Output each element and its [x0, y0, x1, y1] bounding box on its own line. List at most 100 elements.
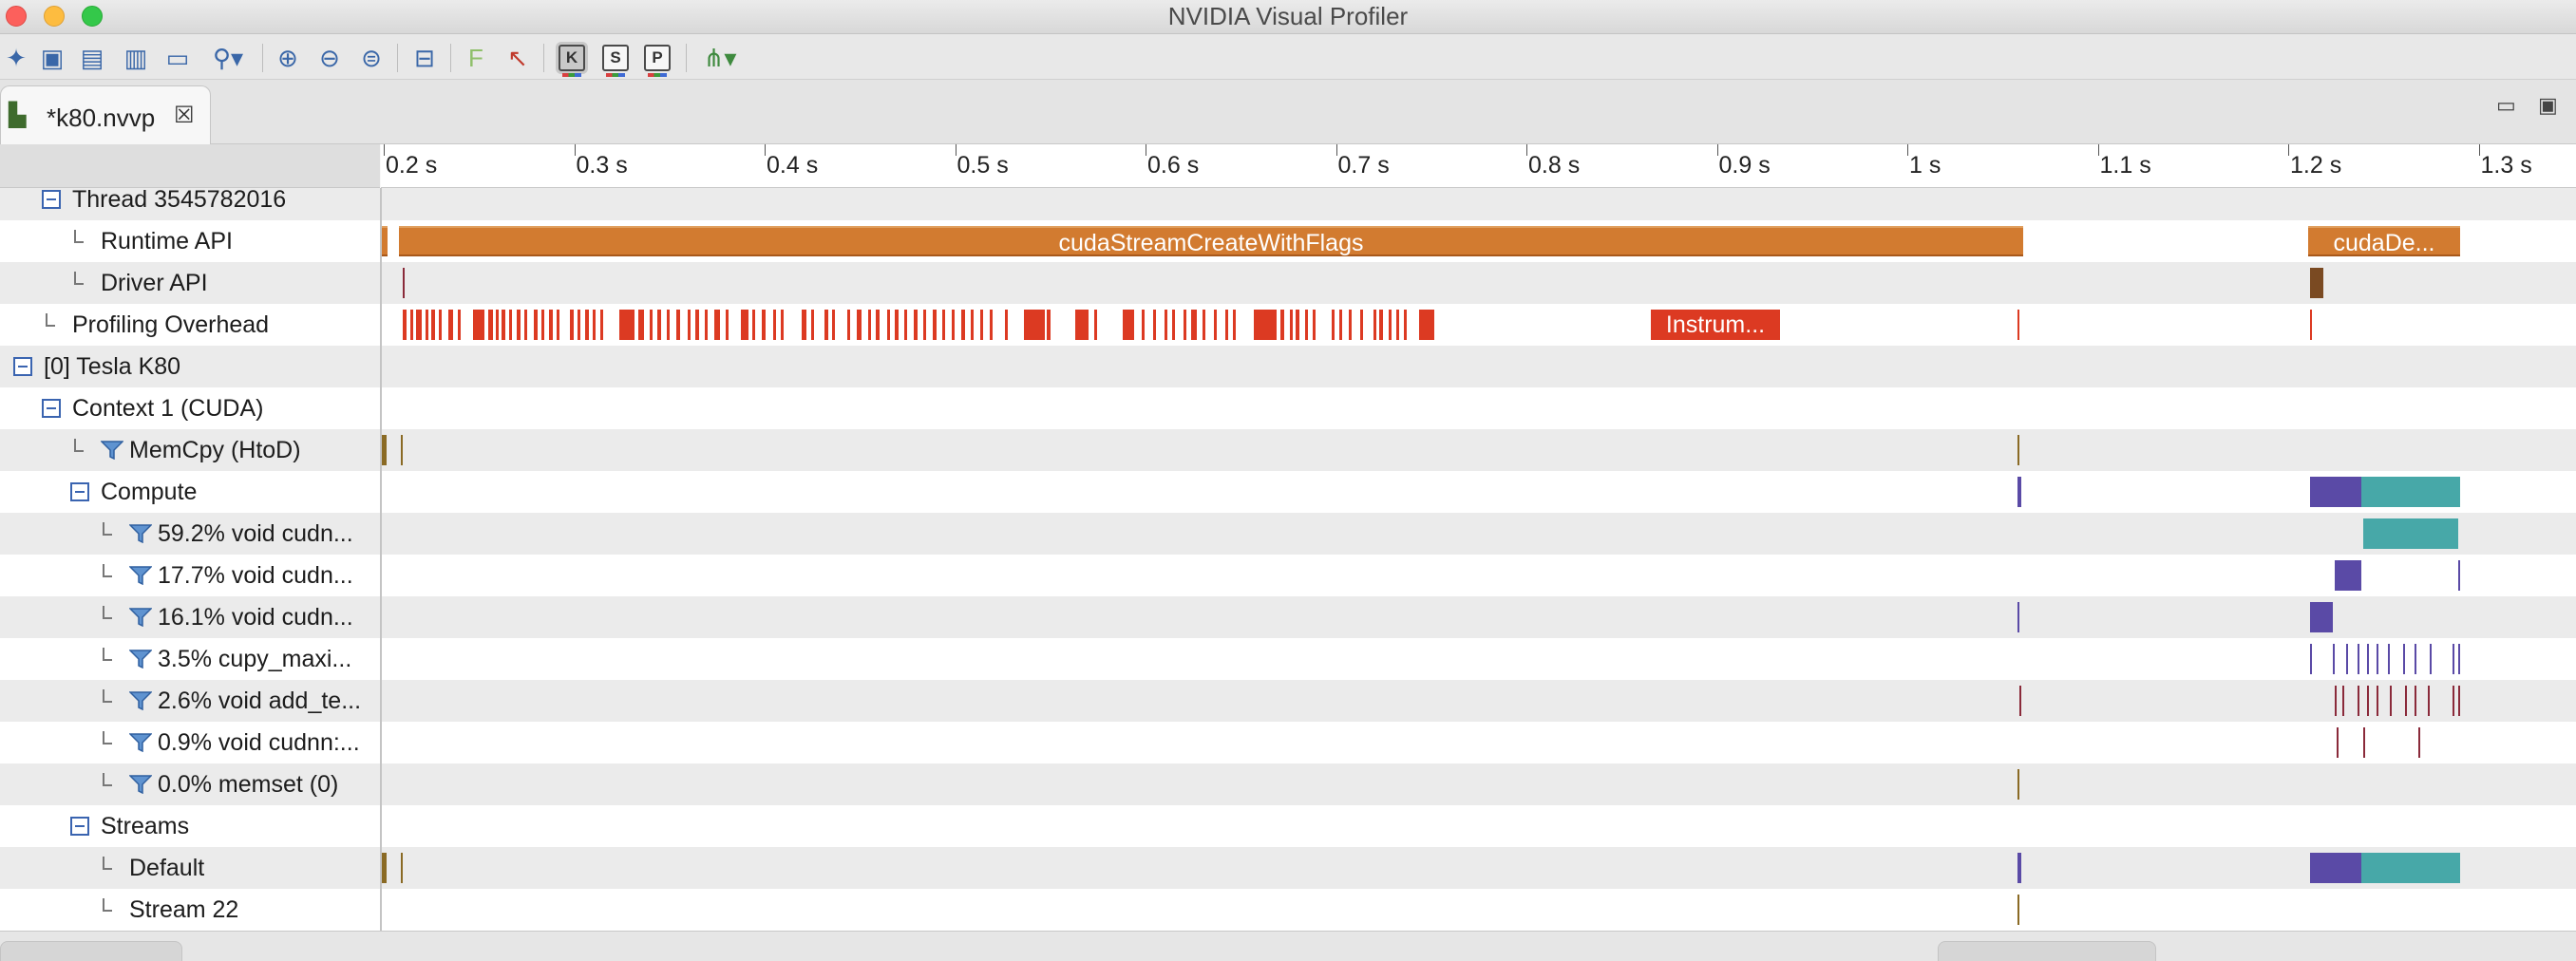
zoom-fit-icon[interactable]: ⊜	[355, 42, 388, 74]
overhead-bar[interactable]	[1225, 310, 1228, 340]
row-track[interactable]	[382, 763, 2576, 805]
overhead-bar[interactable]	[534, 310, 538, 340]
filter-funnel-icon[interactable]	[128, 608, 153, 628]
overhead-bar[interactable]	[811, 310, 814, 340]
kernel-bar[interactable]	[2458, 644, 2460, 674]
bottom-tab[interactable]	[1938, 941, 2156, 961]
kernel-bar[interactable]	[2363, 518, 2458, 549]
kernel-bar[interactable]	[2405, 686, 2407, 716]
overhead-bar[interactable]	[650, 310, 653, 340]
overhead-bar[interactable]	[1305, 310, 1308, 340]
overhead-bar[interactable]	[557, 310, 559, 340]
kernel-bar[interactable]	[2458, 686, 2460, 716]
export-icon[interactable]: ▭	[161, 42, 194, 74]
overhead-bar[interactable]	[752, 310, 755, 340]
memcpy-bar[interactable]	[382, 435, 387, 465]
overhead-bar[interactable]	[496, 310, 499, 340]
row-track[interactable]	[382, 722, 2576, 763]
row-track[interactable]	[382, 555, 2576, 596]
overhead-bar[interactable]	[1396, 310, 1399, 340]
kernel-bar[interactable]	[2333, 644, 2335, 674]
timeline-row[interactable]: 3.5% cupy_maxi...	[0, 638, 2576, 680]
overhead-bar[interactable]	[600, 310, 603, 340]
overhead-bar[interactable]	[1153, 310, 1156, 340]
kernel-toggle[interactable]: K	[559, 45, 585, 77]
overhead-bar[interactable]	[439, 310, 442, 340]
zoom-in-icon[interactable]: ⊕	[272, 42, 304, 74]
filter-icon[interactable]: F	[460, 42, 492, 74]
row-track[interactable]	[382, 471, 2576, 513]
overhead-bar[interactable]	[1094, 310, 1097, 340]
collapse-toggle-icon[interactable]	[13, 357, 32, 376]
overhead-bar[interactable]	[942, 310, 945, 340]
overhead-bar[interactable]	[2310, 310, 2312, 340]
stream-bar[interactable]	[2361, 853, 2460, 883]
overhead-bar[interactable]	[895, 310, 899, 340]
memcpy-bar[interactable]	[401, 435, 403, 465]
row-track[interactable]	[382, 680, 2576, 722]
timeline-row[interactable]: 0.0% memset (0)	[0, 763, 2576, 805]
overhead-bar[interactable]	[1373, 310, 1376, 340]
kernel-bar[interactable]	[2428, 686, 2430, 716]
kernel-bar[interactable]	[2361, 477, 2460, 507]
driver-call-bar[interactable]	[403, 268, 405, 298]
kernel-bar[interactable]	[2017, 769, 2019, 800]
overhead-bar[interactable]	[857, 310, 862, 340]
overhead-bar[interactable]	[403, 310, 407, 340]
tree-dropdown-icon[interactable]: ⋔▾	[695, 42, 745, 74]
memcpy-bar[interactable]	[2017, 435, 2019, 465]
stream-bar[interactable]	[401, 853, 403, 883]
kernel-bar[interactable]	[2453, 644, 2454, 674]
overhead-bar[interactable]	[961, 310, 965, 340]
timeline-row[interactable]: Stream 22	[0, 889, 2576, 931]
kernel-bar[interactable]	[2310, 602, 2333, 632]
overhead-bar[interactable]	[868, 310, 871, 340]
kernel-bar[interactable]	[2377, 644, 2378, 674]
kernel-bar[interactable]	[2358, 644, 2359, 674]
overhead-bar[interactable]	[1233, 310, 1236, 340]
overhead-bar[interactable]	[502, 310, 505, 340]
overhead-bar[interactable]	[517, 310, 521, 340]
driver-call-bar[interactable]	[2310, 268, 2323, 298]
overhead-bar[interactable]	[2017, 310, 2019, 340]
timeline-row[interactable]: Compute	[0, 471, 2576, 513]
overhead-bar[interactable]	[1254, 310, 1277, 340]
row-track[interactable]	[382, 429, 2576, 471]
timeline-row[interactable]: MemCpy (HtoD)	[0, 429, 2576, 471]
overhead-bar[interactable]	[1332, 310, 1335, 340]
overhead-bar[interactable]	[1313, 310, 1316, 340]
overhead-bar[interactable]	[773, 310, 776, 340]
overhead-bar[interactable]	[695, 310, 699, 340]
kernel-bar[interactable]	[2453, 686, 2454, 716]
timeline-row[interactable]: 17.7% void cudn...	[0, 555, 2576, 596]
kernel-bar[interactable]	[2418, 727, 2420, 758]
overhead-bar[interactable]	[1075, 310, 1089, 340]
kernel-bar[interactable]	[2367, 686, 2369, 716]
overhead-bar[interactable]	[923, 310, 926, 340]
overhead-bar[interactable]	[1296, 310, 1299, 340]
timeline-row[interactable]: 0.9% void cudnn:...	[0, 722, 2576, 763]
filter-funnel-icon[interactable]	[128, 733, 153, 753]
kernel-bar[interactable]	[2388, 644, 2390, 674]
overhead-bar[interactable]	[448, 310, 453, 340]
filter-funnel-icon[interactable]	[128, 691, 153, 711]
kernel-bar[interactable]	[2458, 560, 2460, 591]
kernel-bar[interactable]	[2342, 686, 2344, 716]
kernel-bar[interactable]	[2339, 477, 2361, 507]
api-call-bar[interactable]: cudaStreamCreateWithFlags	[399, 226, 2023, 256]
timeline-row[interactable]: Runtime API cudaStreamCreateWithFlags cuda…	[0, 220, 2576, 262]
overhead-bar[interactable]	[980, 310, 983, 340]
overhead-bar[interactable]	[952, 310, 955, 340]
row-track[interactable]	[382, 346, 2576, 387]
kernel-bar[interactable]	[2335, 686, 2337, 716]
overhead-bar[interactable]	[1290, 310, 1293, 340]
row-track[interactable]	[382, 889, 2576, 931]
timeline-row[interactable]: 16.1% void cudn...	[0, 596, 2576, 638]
save-icon[interactable]: ▣	[36, 42, 68, 74]
kernel-bar[interactable]	[2017, 602, 2019, 632]
overhead-bar[interactable]	[570, 310, 574, 340]
timeline-row[interactable]: Driver API	[0, 262, 2576, 304]
overhead-bar[interactable]	[458, 310, 461, 340]
collapse-icon[interactable]: ⊟	[408, 42, 441, 74]
kernel-bar[interactable]	[2363, 727, 2365, 758]
